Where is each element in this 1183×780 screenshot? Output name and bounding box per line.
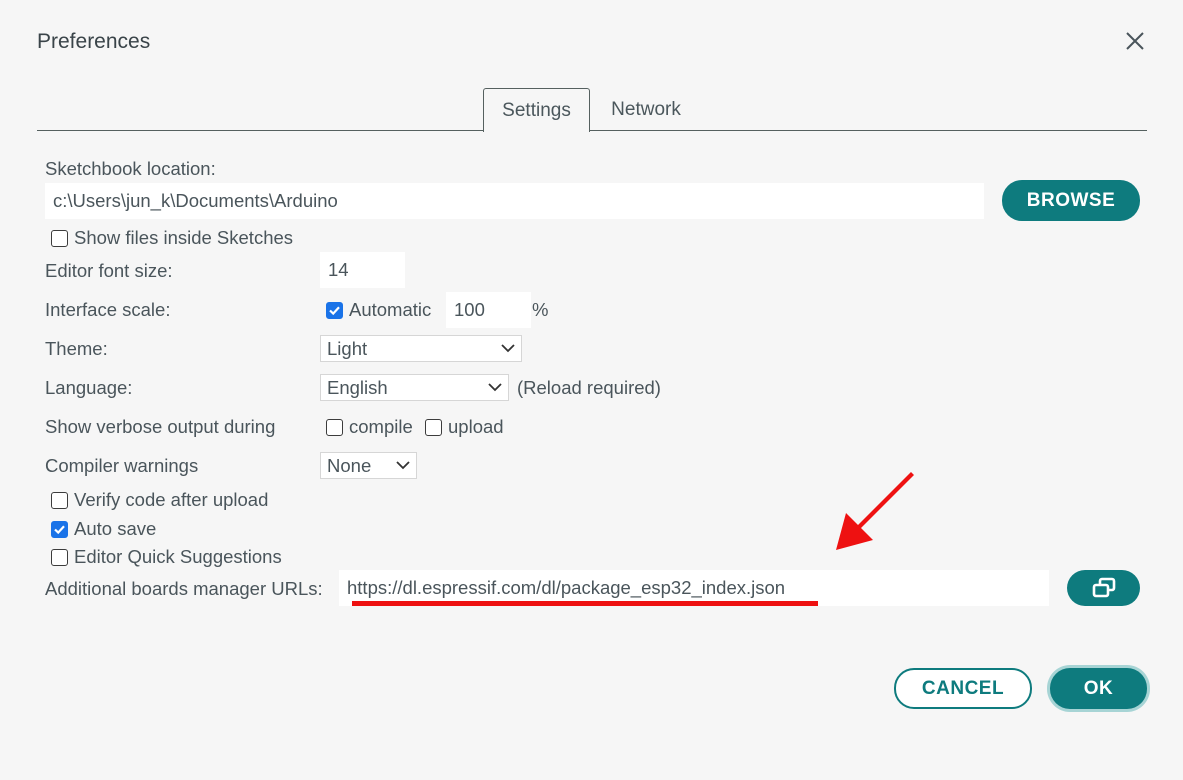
reload-required-note: (Reload required) bbox=[517, 377, 661, 398]
theme-label: Theme: bbox=[45, 338, 108, 359]
tab-settings[interactable]: Settings bbox=[483, 88, 590, 132]
auto-save-row[interactable]: Auto save bbox=[51, 518, 156, 540]
verify-upload-label: Verify code after upload bbox=[74, 489, 269, 510]
chevron-down-icon bbox=[488, 383, 502, 392]
dialog-title: Preferences bbox=[37, 30, 151, 53]
interface-scale-input[interactable]: 100 bbox=[446, 292, 531, 328]
language-label: Language: bbox=[45, 377, 133, 398]
auto-save-checkbox[interactable] bbox=[51, 520, 68, 538]
automatic-scale-row[interactable]: Automatic bbox=[326, 299, 431, 321]
quick-suggestions-checkbox[interactable] bbox=[51, 548, 68, 566]
automatic-label: Automatic bbox=[349, 299, 432, 320]
editor-font-label: Editor font size: bbox=[45, 260, 173, 281]
browse-button[interactable]: BROWSE bbox=[1002, 180, 1140, 221]
verbose-compile-label: compile bbox=[349, 416, 413, 437]
chevron-down-icon bbox=[396, 461, 410, 470]
sketchbook-location-input[interactable]: c:\Users\jun_k\Documents\Arduino bbox=[45, 183, 984, 219]
language-selected-value: English bbox=[327, 376, 388, 398]
theme-select[interactable]: Light bbox=[320, 335, 522, 362]
compiler-warnings-selected-value: None bbox=[327, 454, 372, 476]
close-icon[interactable] bbox=[1122, 28, 1148, 54]
chevron-down-icon bbox=[501, 344, 515, 353]
boards-urls-label: Additional boards manager URLs: bbox=[45, 578, 323, 599]
compiler-warnings-select[interactable]: None bbox=[320, 452, 417, 479]
compiler-warnings-label: Compiler warnings bbox=[45, 455, 199, 476]
sketchbook-label: Sketchbook location: bbox=[45, 158, 216, 179]
show-files-row[interactable]: Show files inside Sketches bbox=[51, 227, 293, 249]
auto-save-label: Auto save bbox=[74, 518, 157, 539]
show-files-label: Show files inside Sketches bbox=[74, 227, 294, 248]
open-urls-window-button[interactable] bbox=[1067, 570, 1140, 606]
check-icon bbox=[329, 305, 340, 315]
check-icon bbox=[54, 524, 65, 534]
show-files-checkbox[interactable] bbox=[51, 229, 68, 247]
open-window-icon bbox=[1092, 577, 1115, 598]
verify-upload-checkbox[interactable] bbox=[51, 491, 68, 509]
editor-font-size-input[interactable]: 14 bbox=[320, 252, 405, 288]
url-highlight-underline bbox=[352, 601, 818, 606]
tab-network[interactable]: Network bbox=[590, 88, 702, 131]
verbose-upload-row[interactable]: upload bbox=[425, 416, 504, 438]
verify-upload-row[interactable]: Verify code after upload bbox=[51, 489, 268, 511]
verbose-upload-checkbox[interactable] bbox=[425, 418, 442, 436]
quick-suggestions-row[interactable]: Editor Quick Suggestions bbox=[51, 546, 282, 568]
interface-scale-label: Interface scale: bbox=[45, 299, 171, 320]
scale-percent-unit: % bbox=[532, 299, 549, 320]
ok-button[interactable]: OK bbox=[1050, 668, 1147, 709]
verbose-compile-checkbox[interactable] bbox=[326, 418, 343, 436]
quick-suggestions-label: Editor Quick Suggestions bbox=[74, 546, 282, 567]
red-arrow-icon bbox=[836, 472, 914, 550]
verbose-upload-label: upload bbox=[448, 416, 504, 437]
theme-selected-value: Light bbox=[327, 337, 368, 359]
verbose-output-label: Show verbose output during bbox=[45, 416, 276, 437]
language-select[interactable]: English bbox=[320, 374, 509, 401]
verbose-compile-row[interactable]: compile bbox=[326, 416, 413, 438]
cancel-button[interactable]: CANCEL bbox=[894, 668, 1032, 709]
automatic-checkbox[interactable] bbox=[326, 301, 343, 319]
